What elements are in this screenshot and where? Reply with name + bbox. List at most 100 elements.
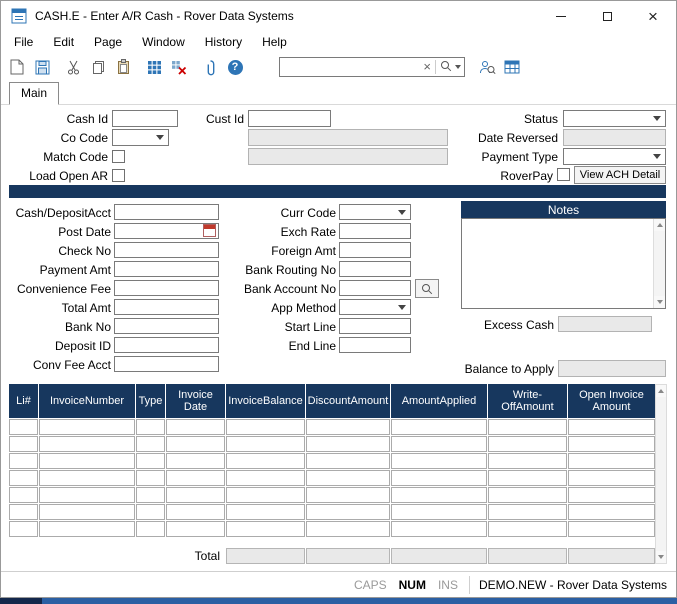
invoice-cell[interactable] xyxy=(391,436,487,452)
invoice-cell[interactable] xyxy=(306,436,390,452)
scroll-down-icon[interactable] xyxy=(656,551,666,563)
invoice-cell[interactable] xyxy=(391,487,487,503)
invoice-cell[interactable] xyxy=(391,504,487,520)
invoice-cell[interactable] xyxy=(9,504,38,520)
invoice-cell[interactable] xyxy=(391,470,487,486)
roverpay-checkbox[interactable] xyxy=(557,168,570,181)
invoice-cell[interactable] xyxy=(226,436,305,452)
invoice-cell[interactable] xyxy=(391,453,487,469)
match-code-checkbox[interactable] xyxy=(112,150,125,163)
invoice-cell[interactable] xyxy=(39,487,135,503)
invoice-cell[interactable] xyxy=(39,470,135,486)
invoice-cell[interactable] xyxy=(306,487,390,503)
bank-no-input[interactable] xyxy=(114,318,219,334)
invoice-cell[interactable] xyxy=(226,453,305,469)
invoice-cell[interactable] xyxy=(226,419,305,435)
grid-view-icon[interactable] xyxy=(145,58,163,76)
invoice-cell[interactable] xyxy=(166,504,225,520)
invoice-cell[interactable] xyxy=(568,453,655,469)
invoice-cell[interactable] xyxy=(166,487,225,503)
invoice-cell[interactable] xyxy=(568,521,655,537)
load-open-ar-checkbox[interactable] xyxy=(112,169,125,182)
new-icon[interactable] xyxy=(8,58,26,76)
invoice-cell[interactable] xyxy=(9,521,38,537)
notes-textarea[interactable] xyxy=(461,218,666,309)
menu-edit[interactable]: Edit xyxy=(43,31,84,53)
invoice-cell[interactable] xyxy=(9,487,38,503)
invoice-cell[interactable] xyxy=(226,487,305,503)
invoice-cell[interactable] xyxy=(568,504,655,520)
invoice-cell[interactable] xyxy=(136,487,165,503)
invoice-cell[interactable] xyxy=(226,470,305,486)
invoice-cell[interactable] xyxy=(488,504,567,520)
convenience-fee-input[interactable] xyxy=(114,280,219,296)
bank-routing-no-input[interactable] xyxy=(339,261,411,277)
invoice-cell[interactable] xyxy=(136,470,165,486)
invoice-cell[interactable] xyxy=(568,419,655,435)
clear-search-icon[interactable] xyxy=(423,60,431,74)
payment-type-select[interactable] xyxy=(563,148,666,165)
attachment-icon[interactable] xyxy=(201,58,219,76)
invoice-cell[interactable] xyxy=(306,419,390,435)
status-select[interactable] xyxy=(563,110,666,127)
invoice-cell[interactable] xyxy=(166,470,225,486)
minimize-button[interactable] xyxy=(538,1,584,31)
column-header[interactable]: Li# xyxy=(9,384,38,418)
help-icon[interactable] xyxy=(226,58,244,76)
column-header[interactable]: Type xyxy=(136,384,165,418)
column-header[interactable]: Write-OffAmount xyxy=(488,384,567,418)
invoice-cell[interactable] xyxy=(39,419,135,435)
invoice-cell[interactable] xyxy=(488,487,567,503)
invoice-cell[interactable] xyxy=(166,436,225,452)
calendar-icon[interactable] xyxy=(203,224,216,237)
invoice-cell[interactable] xyxy=(488,521,567,537)
search-icon[interactable] xyxy=(440,60,452,75)
delete-row-icon[interactable] xyxy=(170,58,188,76)
deposit-id-input[interactable] xyxy=(114,337,219,353)
invoice-cell[interactable] xyxy=(306,470,390,486)
exch-rate-input[interactable] xyxy=(339,223,411,239)
scroll-up-icon[interactable] xyxy=(654,219,665,231)
maximize-button[interactable] xyxy=(584,1,630,31)
invoice-cell[interactable] xyxy=(391,419,487,435)
end-line-input[interactable] xyxy=(339,337,411,353)
copy-icon[interactable] xyxy=(89,58,107,76)
column-header[interactable]: InvoiceNumber xyxy=(39,384,135,418)
column-header[interactable]: AmountApplied xyxy=(391,384,487,418)
search-input[interactable] xyxy=(283,60,423,74)
invoice-cell[interactable] xyxy=(568,436,655,452)
invoice-cell[interactable] xyxy=(488,419,567,435)
invoice-cell[interactable] xyxy=(9,470,38,486)
invoice-cell[interactable] xyxy=(136,419,165,435)
invoice-cell[interactable] xyxy=(39,453,135,469)
invoice-cell[interactable] xyxy=(136,504,165,520)
column-header[interactable]: InvoiceBalance xyxy=(226,384,305,418)
invoice-cell[interactable] xyxy=(39,504,135,520)
app-method-select[interactable] xyxy=(339,299,411,315)
conv-fee-acct-input[interactable] xyxy=(114,356,219,372)
bank-account-no-input[interactable] xyxy=(339,280,411,296)
foreign-amt-input[interactable] xyxy=(339,242,411,258)
invoice-cell[interactable] xyxy=(488,453,567,469)
bank-account-lookup-button[interactable] xyxy=(415,279,439,298)
column-header[interactable]: Invoice Date xyxy=(166,384,225,418)
total-amt-input[interactable] xyxy=(114,299,219,315)
invoice-cell[interactable] xyxy=(166,419,225,435)
invoice-cell[interactable] xyxy=(488,436,567,452)
check-no-input[interactable] xyxy=(114,242,219,258)
curr-code-select[interactable] xyxy=(339,204,411,220)
invoice-cell[interactable] xyxy=(39,436,135,452)
menu-window[interactable]: Window xyxy=(132,31,195,53)
browse-table-icon[interactable] xyxy=(503,58,521,76)
scroll-up-icon[interactable] xyxy=(656,385,666,397)
menu-page[interactable]: Page xyxy=(84,31,132,53)
table-scrollbar[interactable] xyxy=(655,384,667,564)
menu-help[interactable]: Help xyxy=(252,31,297,53)
invoice-cell[interactable] xyxy=(39,521,135,537)
invoice-cell[interactable] xyxy=(166,453,225,469)
save-icon[interactable] xyxy=(33,58,51,76)
notes-scrollbar[interactable] xyxy=(653,219,665,308)
invoice-cell[interactable] xyxy=(136,453,165,469)
close-button[interactable] xyxy=(630,1,676,31)
payment-amt-input[interactable] xyxy=(114,261,219,277)
